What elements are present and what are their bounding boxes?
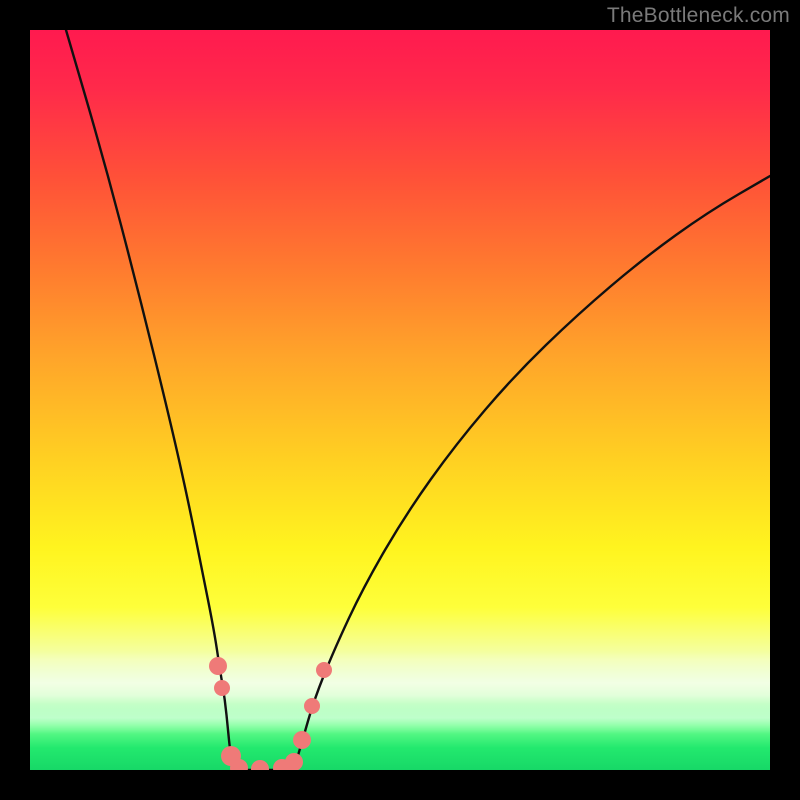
series-right-curve bbox=[294, 176, 770, 770]
marker-9 bbox=[316, 662, 332, 678]
curve-layer bbox=[30, 30, 770, 770]
marker-8 bbox=[304, 698, 320, 714]
chart-frame: TheBottleneck.com bbox=[0, 0, 800, 800]
marker-7 bbox=[293, 731, 311, 749]
watermark-text: TheBottleneck.com bbox=[607, 4, 790, 28]
series-left-curve bbox=[66, 30, 236, 770]
marker-6 bbox=[285, 753, 303, 770]
marker-0 bbox=[209, 657, 227, 675]
marker-1 bbox=[214, 680, 230, 696]
marker-4 bbox=[251, 760, 269, 770]
